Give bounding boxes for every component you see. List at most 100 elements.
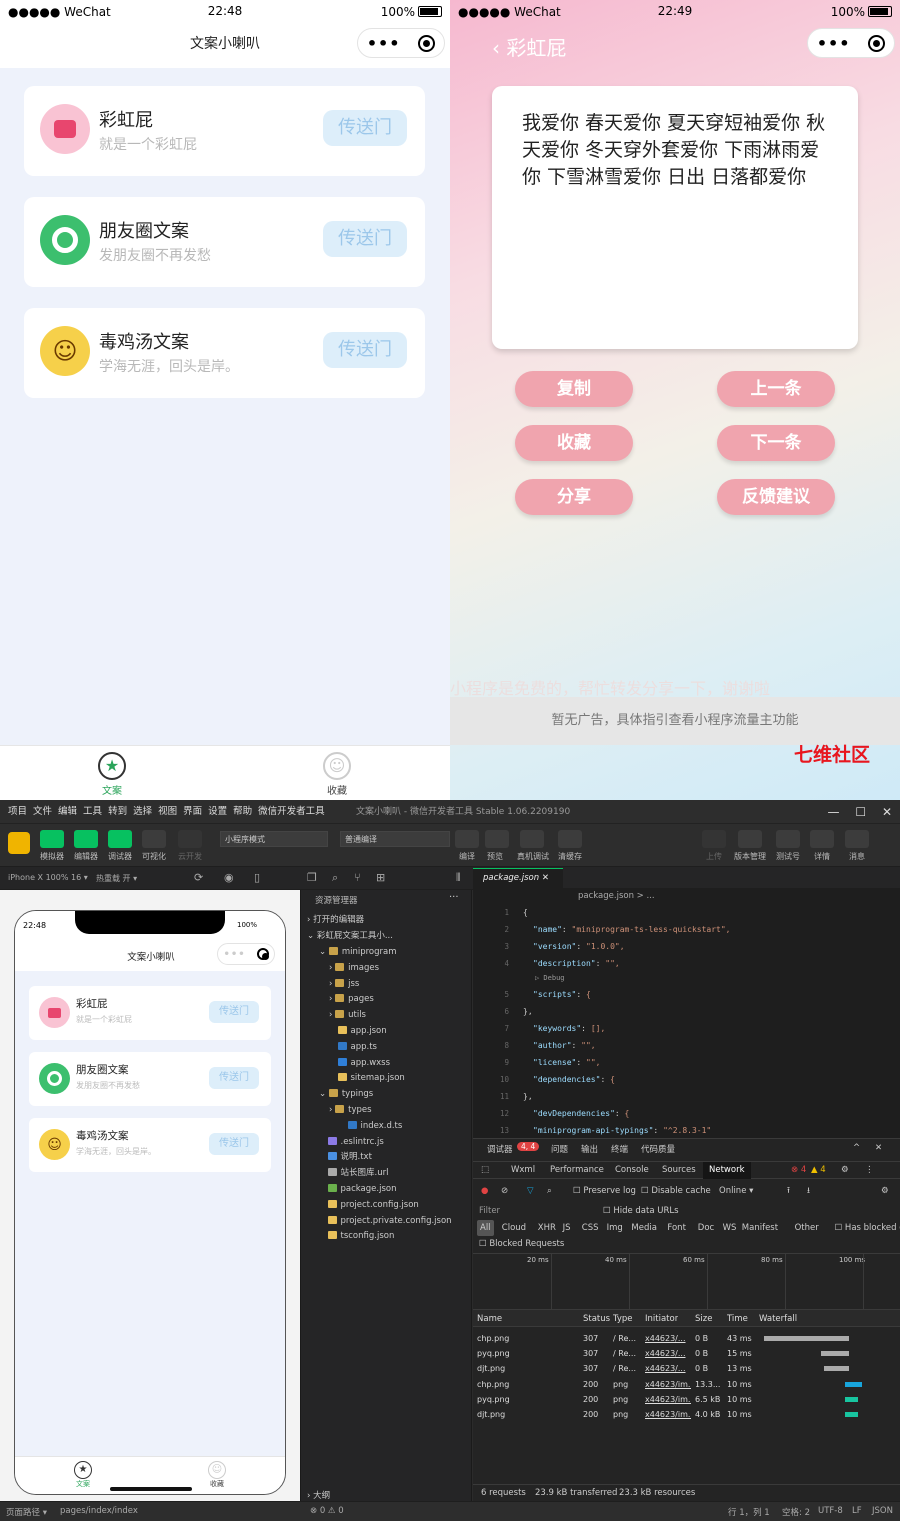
preserve-log-checkbox[interactable]: ☐ Preserve log bbox=[573, 1183, 636, 1199]
col-initiator-cell[interactable]: x44623/... bbox=[645, 1346, 691, 1361]
network-row[interactable]: djt.png 307 / Re... x44623/... 0 B 13 ms bbox=[473, 1361, 900, 1376]
panel-network[interactable]: Network bbox=[703, 1162, 751, 1179]
test-account-button[interactable] bbox=[776, 830, 800, 848]
maximize-icon[interactable]: ☐ bbox=[855, 805, 866, 819]
more-icon[interactable]: ··· bbox=[449, 892, 459, 903]
network-row[interactable]: chp.png 200 png x44623/im... 13.3... 10 ms bbox=[473, 1377, 900, 1392]
tab-debugger[interactable]: 调试器 bbox=[487, 1143, 513, 1155]
remote-debug-button[interactable] bbox=[520, 830, 544, 848]
search-icon[interactable]: ⌕ bbox=[332, 871, 338, 885]
code-line[interactable]: }, bbox=[523, 1088, 533, 1105]
files-icon[interactable]: ❐ bbox=[307, 871, 317, 884]
refresh-icon[interactable]: ⟳ bbox=[194, 871, 203, 884]
col-name[interactable]: Name bbox=[477, 1310, 502, 1328]
type-filter-doc[interactable]: Doc bbox=[698, 1220, 714, 1236]
tree-item[interactable]: › utils bbox=[329, 1007, 366, 1023]
code-line[interactable]: "author": "", bbox=[533, 1037, 596, 1054]
panel-console[interactable]: Console bbox=[615, 1162, 649, 1179]
copy-button[interactable]: 复制 bbox=[515, 371, 633, 407]
device-select[interactable]: iPhone X 100% 16 ▾ bbox=[8, 873, 88, 882]
version-button[interactable] bbox=[738, 830, 762, 848]
col-initiator-cell[interactable]: x44623/im... bbox=[645, 1392, 691, 1407]
col-initiator-cell[interactable]: x44623/im... bbox=[645, 1407, 691, 1422]
close-miniprogram-icon[interactable] bbox=[868, 34, 886, 52]
record-icon[interactable]: ◉ bbox=[224, 871, 234, 884]
preview-button[interactable] bbox=[485, 830, 509, 848]
indent-spaces[interactable]: 空格: 2 bbox=[782, 1506, 810, 1518]
type-filter-all[interactable]: All bbox=[477, 1220, 494, 1236]
gear-icon[interactable]: ⚙ bbox=[881, 1183, 889, 1199]
tree-item[interactable]: ⌄ miniprogram bbox=[319, 944, 397, 960]
col-type[interactable]: Type bbox=[613, 1310, 633, 1328]
portal-button[interactable]: 传送门 bbox=[209, 1001, 259, 1023]
close-miniprogram-icon[interactable] bbox=[418, 34, 436, 52]
network-row[interactable]: pyq.png 200 png x44623/im... 6.5 kB 10 ms bbox=[473, 1392, 900, 1407]
tree-item[interactable]: tsconfig.json bbox=[319, 1228, 394, 1244]
extensions-icon[interactable]: ⊞ bbox=[376, 871, 385, 884]
sim-capsule[interactable]: ••• bbox=[217, 943, 275, 965]
portal-button[interactable]: 传送门 bbox=[323, 110, 407, 146]
col-status[interactable]: Status bbox=[583, 1310, 610, 1328]
upload-icon[interactable]: ⭱ bbox=[787, 1183, 790, 1199]
mode-select[interactable]: 小程序模式 bbox=[220, 831, 328, 847]
tree-item[interactable]: sitemap.json bbox=[329, 1070, 405, 1086]
code-line[interactable]: "version": "1.0.0", bbox=[533, 938, 625, 955]
cursor-position[interactable]: 行 1，列 1 bbox=[728, 1506, 770, 1518]
project-root[interactable]: ⌄ 彩虹屁文案工具小... bbox=[307, 928, 393, 944]
gear-icon[interactable]: ⚙ bbox=[841, 1162, 849, 1179]
menu-view[interactable]: 视图 bbox=[155, 800, 180, 824]
minimize-icon[interactable]: — bbox=[828, 805, 840, 819]
panel-sources[interactable]: Sources bbox=[662, 1162, 696, 1179]
collect-button[interactable]: 收藏 bbox=[515, 425, 633, 461]
col-initiator-cell[interactable]: x44623/im... bbox=[645, 1377, 691, 1392]
portal-button[interactable]: 传送门 bbox=[209, 1133, 259, 1155]
hot-reload-toggle[interactable]: 热重载 开 ▾ bbox=[96, 873, 137, 884]
tab-terminal[interactable]: 终端 bbox=[611, 1143, 628, 1155]
tab-output[interactable]: 输出 bbox=[581, 1143, 598, 1155]
feedback-button[interactable]: 反馈建议 bbox=[717, 479, 835, 515]
encoding[interactable]: UTF-8 bbox=[818, 1506, 843, 1516]
network-row[interactable]: djt.png 200 png x44623/im... 4.0 kB 10 ms bbox=[473, 1407, 900, 1422]
tree-item[interactable]: › types bbox=[329, 1102, 372, 1118]
simulator-toggle[interactable] bbox=[40, 830, 64, 848]
type-filter-other[interactable]: Other bbox=[795, 1220, 819, 1236]
code-line[interactable]: "keywords": [], bbox=[533, 1020, 605, 1037]
disable-cache-checkbox[interactable]: ☐ Disable cache bbox=[641, 1183, 711, 1199]
sim-tab-copywriting[interactable]: ★ 文案 bbox=[63, 1461, 103, 1489]
blocked-cookies-checkbox[interactable]: ☐ Has blocked cookies bbox=[835, 1220, 900, 1236]
col-waterfall[interactable]: Waterfall bbox=[759, 1310, 797, 1328]
code-line[interactable]: "license": "", bbox=[533, 1054, 600, 1071]
page-path[interactable]: pages/index/index bbox=[60, 1506, 138, 1516]
clear-cache-button[interactable] bbox=[558, 830, 582, 848]
tree-item[interactable]: .eslintrc.js bbox=[319, 1134, 384, 1150]
visual-toggle[interactable] bbox=[142, 830, 166, 848]
close-miniprogram-icon[interactable] bbox=[256, 948, 269, 960]
menu-wechat-devtools[interactable]: 微信开发者工具 bbox=[255, 800, 328, 824]
compile-button[interactable] bbox=[455, 830, 479, 848]
col-time[interactable]: Time bbox=[727, 1310, 748, 1328]
menu-project[interactable]: 项目 bbox=[5, 800, 30, 824]
type-filter-cloud[interactable]: Cloud bbox=[502, 1220, 526, 1236]
throttling-select[interactable]: Online ▾ bbox=[719, 1183, 753, 1199]
sim-card-rainbow[interactable]: 彩虹屁 就是一个彩虹屁 传送门 bbox=[29, 986, 271, 1040]
col-size[interactable]: Size bbox=[695, 1310, 712, 1328]
sim-card-moments[interactable]: 朋友圈文案 发朋友圈不再发愁 传送门 bbox=[29, 1052, 271, 1106]
more-icon[interactable]: ⋮ bbox=[865, 1162, 874, 1179]
menu-select[interactable]: 选择 bbox=[130, 800, 155, 824]
col-initiator-cell[interactable]: x44623/... bbox=[645, 1361, 691, 1376]
more-icon[interactable]: ••• bbox=[367, 34, 401, 53]
code-line[interactable]: { bbox=[523, 904, 528, 921]
tab-favorites[interactable]: ☺ 收藏 bbox=[287, 752, 387, 797]
tree-item[interactable]: › pages bbox=[329, 991, 374, 1007]
debug-codelens[interactable]: ▷ Debug bbox=[535, 970, 565, 987]
tree-item[interactable]: ⌄ typings bbox=[319, 1086, 373, 1102]
search-icon[interactable]: ⌕ bbox=[547, 1183, 552, 1199]
messages-button[interactable] bbox=[845, 830, 869, 848]
problems-count[interactable]: ⊗ 0 ⚠ 0 bbox=[310, 1506, 344, 1516]
debugger-toggle[interactable] bbox=[108, 830, 132, 848]
line-ending[interactable]: LF bbox=[852, 1506, 862, 1516]
record-icon[interactable]: ● bbox=[481, 1183, 488, 1199]
category-card-poison-soup[interactable]: ☺ 毒鸡汤文案 学海无涯，回头是岸。 传送门 bbox=[24, 308, 425, 398]
code-line[interactable]: "dependencies": { bbox=[533, 1071, 615, 1088]
chevron-up-icon[interactable]: ^ bbox=[853, 1143, 860, 1153]
